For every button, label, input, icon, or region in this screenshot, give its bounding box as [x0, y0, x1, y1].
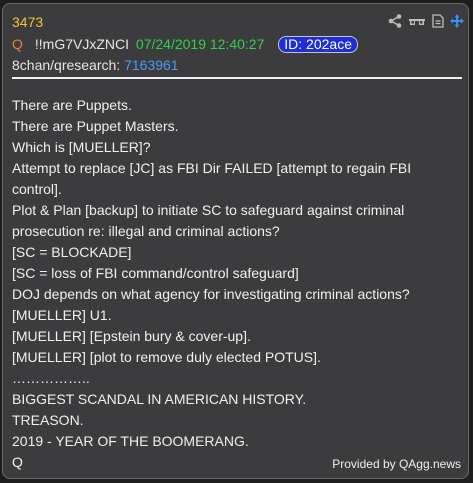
board-name: 8chan/qresearch: [12, 57, 121, 73]
body-line: control]. [12, 181, 62, 197]
body-line: [SC = loss of FBI command/control safegu… [12, 265, 299, 281]
body-line: prosecution re: illegal and criminal act… [12, 223, 280, 239]
body-line: There are Puppets. [12, 97, 132, 113]
glasses-icon[interactable] [408, 15, 426, 27]
post-body: There are Puppets. There are Puppet Maste… [12, 95, 462, 473]
credit-text: Provided by QAgg.news [332, 457, 461, 471]
post-toolbar [388, 14, 464, 28]
body-line: 2019 - YEAR OF THE BOOMERANG. [12, 433, 249, 449]
divider [12, 77, 462, 79]
body-line: [MUELLER] [plot to remove duly elected P… [12, 349, 321, 365]
board-line: 8chan/qresearch: 7163961 [12, 57, 179, 73]
post-number: 3473 [12, 14, 44, 30]
move-icon[interactable] [450, 14, 464, 28]
body-line: BIGGEST SCANDAL IN AMERICAN HISTORY. [12, 391, 307, 407]
body-line: Attempt to replace [JC] as FBI Dir FAILE… [12, 160, 412, 176]
body-line: Plot & Plan [backup] to initiate SC to s… [12, 202, 405, 218]
body-line: Which is [MUELLER]? [12, 139, 151, 155]
post-datetime: 07/24/2019 12:40:27 [135, 36, 265, 52]
body-line: There are Puppet Masters. [12, 118, 179, 134]
body-line: [SC = BLOCKADE] [12, 244, 132, 260]
post-link[interactable]: 7163961 [124, 57, 179, 73]
post-meta: Q !!mG7VJxZNCI 07/24/2019 12:40:27 ID: 20… [12, 36, 358, 53]
body-line: …………….. [12, 370, 90, 386]
document-icon[interactable] [432, 14, 444, 28]
body-line: [MUELLER] U1. [12, 307, 112, 323]
author-mark: Q [12, 36, 23, 52]
post-card: 3473 Q !!mG7VJxZNCI 07/24/2019 12:40:27 … [2, 3, 469, 479]
body-line: DOJ depends on what agency for investiga… [12, 286, 410, 302]
body-line: [MUELLER] [Epstein bury & cover-up]. [12, 328, 251, 344]
share-icon[interactable] [388, 14, 402, 28]
body-line: TREASON. [12, 412, 84, 428]
tripcode: !!mG7VJxZNCI [34, 36, 130, 52]
id-badge: ID: 202ace [278, 36, 358, 53]
